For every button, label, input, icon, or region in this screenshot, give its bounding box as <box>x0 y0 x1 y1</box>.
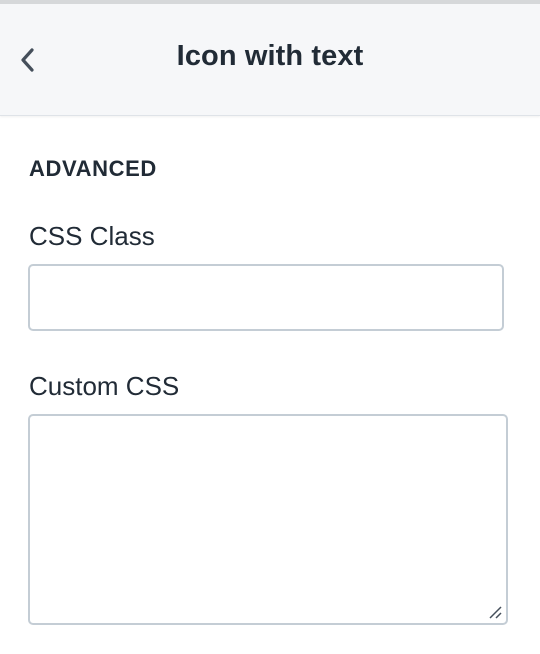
resize-handle-icon[interactable] <box>487 604 503 620</box>
css-class-input[interactable] <box>28 264 504 331</box>
section-title-advanced: ADVANCED <box>29 156 157 181</box>
custom-css-label: Custom CSS <box>29 371 180 401</box>
css-class-label: CSS Class <box>29 221 155 251</box>
page-title: Icon with text <box>176 40 364 72</box>
custom-css-textarea[interactable] <box>28 414 508 625</box>
panel-header: Icon with text <box>0 4 540 116</box>
